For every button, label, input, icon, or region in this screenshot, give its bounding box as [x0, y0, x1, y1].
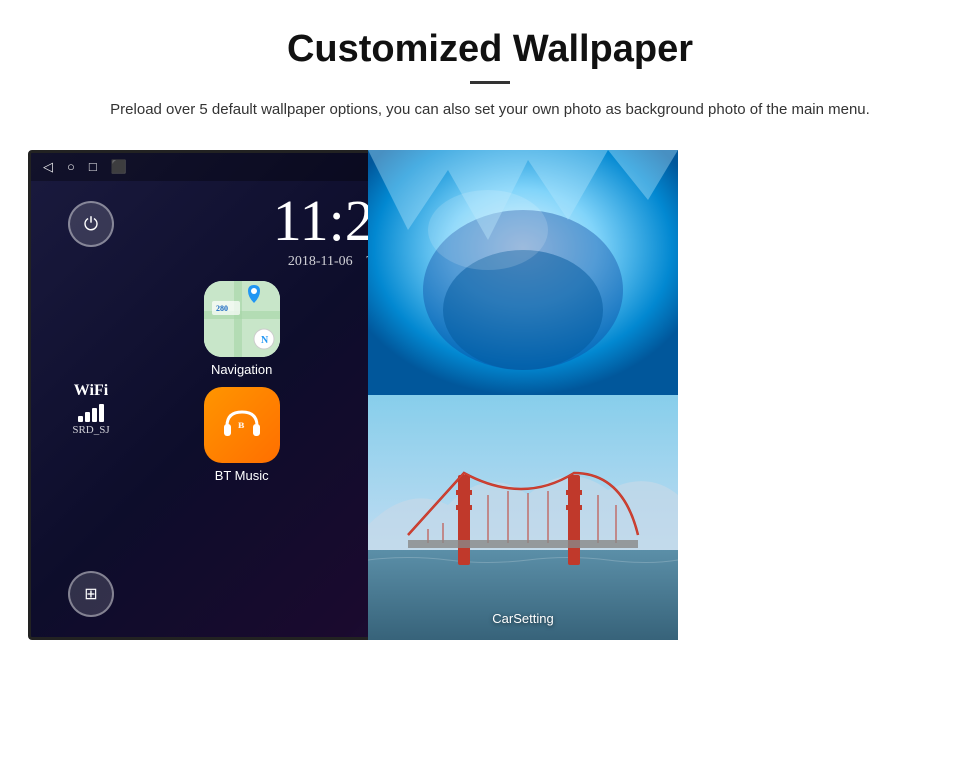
status-bar-left: ◁ ○ □ ⬛	[43, 159, 127, 175]
device-wallpaper-container: ◁ ○ □ ⬛ 📍 ▾ 11:22 ⏻	[28, 150, 678, 640]
page-title: Customized Wallpaper	[60, 28, 920, 71]
page-subtitle: Preload over 5 default wallpaper options…	[60, 98, 920, 122]
wifi-bar-1	[78, 416, 83, 422]
bridge-scene-wallpaper: CarSetting	[368, 395, 678, 640]
title-divider	[470, 81, 510, 84]
wifi-network-name: SRD_SJ	[72, 424, 109, 436]
apps-grid-icon: ⊞	[84, 584, 97, 604]
bt-music-label: BT Music	[215, 468, 269, 483]
map-background: 280 N	[204, 281, 280, 357]
apps-grid-button[interactable]: ⊞	[68, 571, 114, 617]
power-icon: ⏻	[84, 214, 98, 235]
wallpaper-panels: CarSetting	[368, 150, 678, 640]
carsetting-label: CarSetting	[492, 611, 553, 626]
power-button[interactable]: ⏻	[68, 201, 114, 247]
wifi-bar-2	[85, 412, 90, 422]
recent-nav-icon[interactable]: □	[89, 159, 97, 175]
wifi-info: WiFi SRD_SJ	[72, 382, 109, 436]
clock-date-value: 2018-11-06	[288, 254, 353, 269]
app-item-bt-music[interactable]: ʙ BT Music	[161, 387, 322, 483]
page-header: Customized Wallpaper Preload over 5 defa…	[0, 0, 980, 140]
wallpaper-panel-top[interactable]	[368, 150, 678, 395]
screenshot-icon[interactable]: ⬛	[111, 159, 127, 175]
ice-cave-wallpaper	[368, 150, 678, 395]
wifi-label: WiFi	[72, 382, 109, 400]
bt-music-icon: ʙ	[204, 387, 280, 463]
svg-text:280: 280	[216, 304, 228, 313]
app-item-navigation[interactable]: 280 N Navi	[161, 281, 322, 377]
main-area: ◁ ○ □ ⬛ 📍 ▾ 11:22 ⏻	[0, 140, 980, 650]
wallpaper-panel-bottom[interactable]: CarSetting	[368, 395, 678, 640]
navigation-label: Navigation	[211, 362, 272, 377]
wifi-bars	[72, 404, 109, 422]
carsetting-area: CarSetting	[492, 610, 553, 628]
navigation-icon: 280 N	[204, 281, 280, 357]
wifi-bar-4	[99, 404, 104, 422]
wifi-bar-3	[92, 408, 97, 422]
svg-text:N: N	[261, 335, 269, 346]
svg-text:ʙ: ʙ	[238, 417, 245, 431]
home-nav-icon[interactable]: ○	[67, 159, 75, 175]
back-nav-icon[interactable]: ◁	[43, 159, 53, 175]
left-sidebar: ⏻ WiFi SRD_SJ ⊞	[31, 181, 151, 637]
